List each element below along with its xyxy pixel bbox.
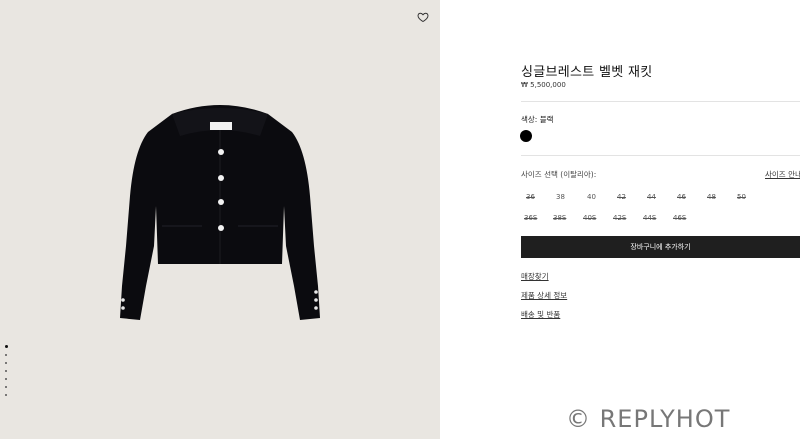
heart-icon[interactable] (417, 11, 429, 23)
store-locator-link[interactable]: 매장찾기 (521, 271, 549, 282)
watermark: © REPLYHOT (566, 405, 731, 433)
color-label: 색상: 블랙 (521, 115, 554, 124)
gallery-dot[interactable] (5, 386, 7, 388)
gallery-dot[interactable] (5, 362, 7, 364)
size-option-50[interactable]: 50 (737, 193, 746, 201)
size-guide-link[interactable]: 사이즈 안내 (765, 169, 800, 180)
divider (521, 155, 800, 156)
gallery-dot[interactable] (5, 378, 7, 380)
size-option-36s[interactable]: 36S (524, 214, 537, 222)
size-option-42[interactable]: 42 (617, 193, 626, 201)
size-option-46[interactable]: 46 (677, 193, 686, 201)
size-option-44s[interactable]: 44S (643, 214, 656, 222)
size-option-40[interactable]: 40 (587, 193, 596, 201)
gallery-dot[interactable] (5, 354, 7, 356)
size-option-40s[interactable]: 40S (583, 214, 596, 222)
add-to-cart-button[interactable]: 장바구니에 추가하기 (521, 236, 800, 258)
gallery-dot[interactable] (5, 370, 7, 372)
size-label: 사이즈 선택 (이탈리아): (521, 170, 597, 179)
gallery-pagination (5, 345, 11, 402)
size-option-38s[interactable]: 38S (553, 214, 566, 222)
size-option-42s[interactable]: 42S (613, 214, 626, 222)
gallery-dot[interactable] (5, 394, 7, 396)
color-swatch-black[interactable] (520, 130, 532, 142)
product-image[interactable] (110, 96, 330, 326)
size-option-44[interactable]: 44 (647, 193, 656, 201)
shipping-returns-link[interactable]: 배송 및 반품 (521, 309, 560, 320)
product-title: 싱글브레스트 벨벳 재킷 (521, 65, 653, 80)
product-details-link[interactable]: 제품 상세 정보 (521, 290, 567, 301)
size-option-48[interactable]: 48 (707, 193, 716, 201)
product-price: ₩ 5,500,000 (521, 81, 566, 89)
size-option-38[interactable]: 38 (556, 193, 565, 201)
size-option-36[interactable]: 36 (526, 193, 535, 201)
product-info-panel: 싱글브레스트 벨벳 재킷 ₩ 5,500,000 색상: 블랙 사이즈 선택 (… (440, 0, 800, 439)
product-gallery (0, 0, 440, 439)
divider (521, 101, 800, 102)
size-option-46s[interactable]: 46S (673, 214, 686, 222)
gallery-dot[interactable] (5, 345, 8, 348)
